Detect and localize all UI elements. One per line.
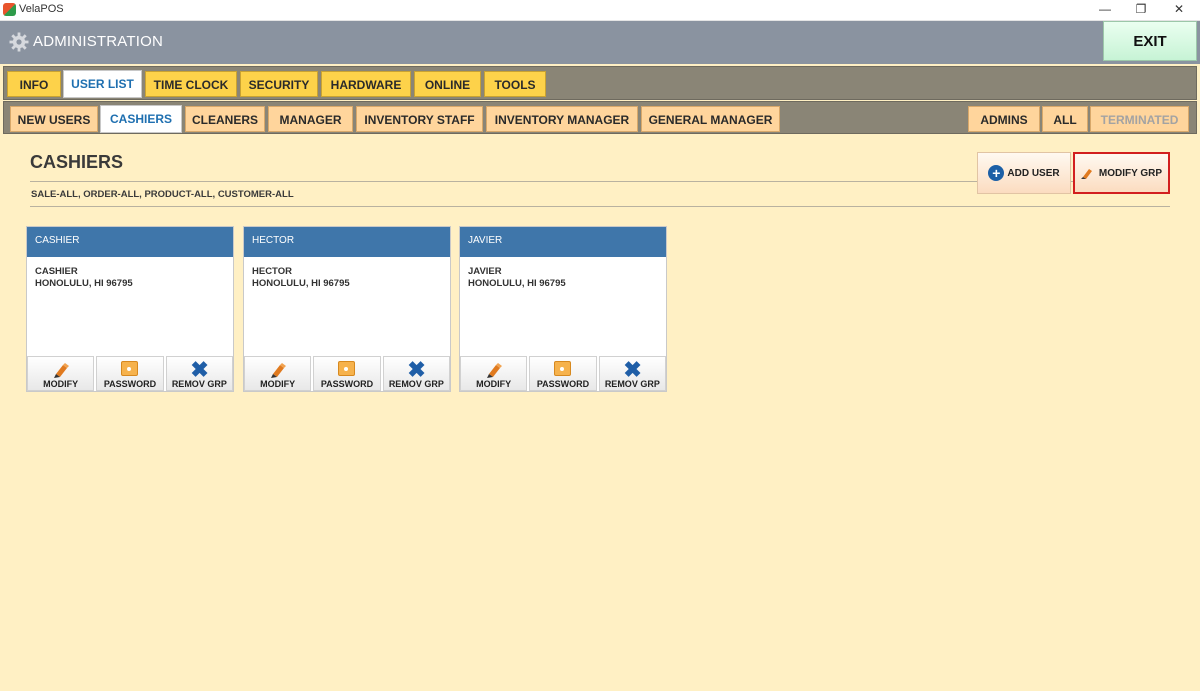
lock-icon (120, 361, 138, 376)
modify-label: MODIFY (476, 379, 512, 389)
user-card: JAVIER JAVIER HONOLULU, HI 96795 MODIFY … (459, 226, 667, 392)
window-title: VelaPOS (19, 3, 64, 15)
tab-terminated[interactable]: TERMINATED (1090, 106, 1189, 132)
modify-group-label: MODIFY GRP (1098, 167, 1163, 179)
page-title: CASHIERS (30, 152, 124, 172)
tab-new-users[interactable]: NEW USERS (10, 106, 98, 132)
password-button[interactable]: PASSWORD (96, 356, 164, 391)
password-button[interactable]: PASSWORD (313, 356, 381, 391)
permissions-text: SALE-ALL, ORDER-ALL, PRODUCT-ALL, CUSTOM… (31, 189, 294, 200)
user-card-header: CASHIER (27, 227, 233, 257)
password-label: PASSWORD (103, 379, 157, 389)
tab-user-list[interactable]: USER LIST (63, 70, 142, 98)
restore-button[interactable]: ❐ (1124, 0, 1158, 20)
remove-x-icon: ✖ (407, 357, 426, 382)
user-card-header: HECTOR (244, 227, 450, 257)
remove-group-button[interactable]: ✖ REMOV GRP (382, 356, 450, 391)
modify-label: MODIFY (260, 379, 296, 389)
main-tab-bar: INFO USER LIST TIME CLOCK SECURITY HARDW… (3, 66, 1197, 100)
user-location: HONOLULU, HI 96795 (252, 278, 350, 289)
add-user-button[interactable]: + ADD USER (977, 152, 1071, 194)
tab-security[interactable]: SECURITY (240, 71, 318, 97)
tab-admins[interactable]: ADMINS (968, 106, 1040, 132)
modify-label: MODIFY (43, 379, 79, 389)
modify-user-button[interactable]: MODIFY (244, 356, 312, 391)
plus-icon: + (988, 165, 1005, 181)
close-button[interactable]: ✕ (1162, 0, 1196, 20)
pencil-icon (270, 363, 286, 378)
user-name: CASHIER (35, 266, 78, 277)
tab-online[interactable]: ONLINE (414, 71, 481, 97)
remove-group-button[interactable]: ✖ REMOV GRP (165, 356, 233, 391)
user-card: HECTOR HECTOR HONOLULU, HI 96795 MODIFY … (243, 226, 451, 392)
password-label: PASSWORD (536, 379, 590, 389)
remove-x-icon: ✖ (190, 357, 209, 382)
permissions-divider (30, 206, 1170, 207)
tab-inventory-manager[interactable]: INVENTORY MANAGER (486, 106, 638, 132)
pencil-icon (1080, 169, 1092, 179)
window-titlebar: VelaPOS — ❐ ✕ (0, 0, 1200, 21)
exit-button[interactable]: EXIT (1103, 21, 1197, 61)
gear-icon (9, 32, 29, 52)
user-card-header: JAVIER (460, 227, 666, 257)
user-location: HONOLULU, HI 96795 (35, 278, 133, 289)
user-name: JAVIER (468, 266, 502, 277)
remove-x-icon: ✖ (623, 357, 642, 382)
tab-manager[interactable]: MANAGER (268, 106, 353, 132)
tab-general-manager[interactable]: GENERAL MANAGER (641, 106, 780, 132)
minimize-button[interactable]: — (1088, 0, 1122, 20)
content-panel: CASHIERS SALE-ALL, ORDER-ALL, PRODUCT-AL… (4, 134, 1196, 690)
password-button[interactable]: PASSWORD (529, 356, 597, 391)
lock-icon (553, 361, 571, 376)
user-name: HECTOR (252, 266, 292, 277)
remove-group-button[interactable]: ✖ REMOV GRP (598, 356, 666, 391)
add-user-label: ADD USER (1007, 167, 1060, 179)
role-tab-bar: NEW USERS CASHIERS CLEANERS MANAGER INVE… (3, 101, 1197, 134)
tab-info[interactable]: INFO (7, 71, 61, 97)
modify-group-button[interactable]: MODIFY GRP (1073, 152, 1170, 194)
tab-time-clock[interactable]: TIME CLOCK (145, 71, 237, 97)
tab-cashiers[interactable]: CASHIERS (100, 105, 182, 133)
password-label: PASSWORD (320, 379, 374, 389)
page-header-title: ADMINISTRATION (33, 33, 164, 50)
tab-hardware[interactable]: HARDWARE (321, 71, 411, 97)
pencil-icon (53, 363, 69, 378)
user-card: CASHIER CASHIER HONOLULU, HI 96795 MODIF… (26, 226, 234, 392)
tab-cleaners[interactable]: CLEANERS (185, 106, 265, 132)
app-logo-icon (3, 3, 16, 16)
user-location: HONOLULU, HI 96795 (468, 278, 566, 289)
tab-tools[interactable]: TOOLS (484, 71, 546, 97)
modify-user-button[interactable]: MODIFY (27, 356, 95, 391)
pencil-icon (486, 363, 502, 378)
admin-header: ADMINISTRATION EXIT (0, 21, 1200, 64)
tab-all[interactable]: ALL (1042, 106, 1088, 132)
modify-user-button[interactable]: MODIFY (460, 356, 528, 391)
lock-icon (337, 361, 355, 376)
tab-inventory-staff[interactable]: INVENTORY STAFF (356, 106, 483, 132)
